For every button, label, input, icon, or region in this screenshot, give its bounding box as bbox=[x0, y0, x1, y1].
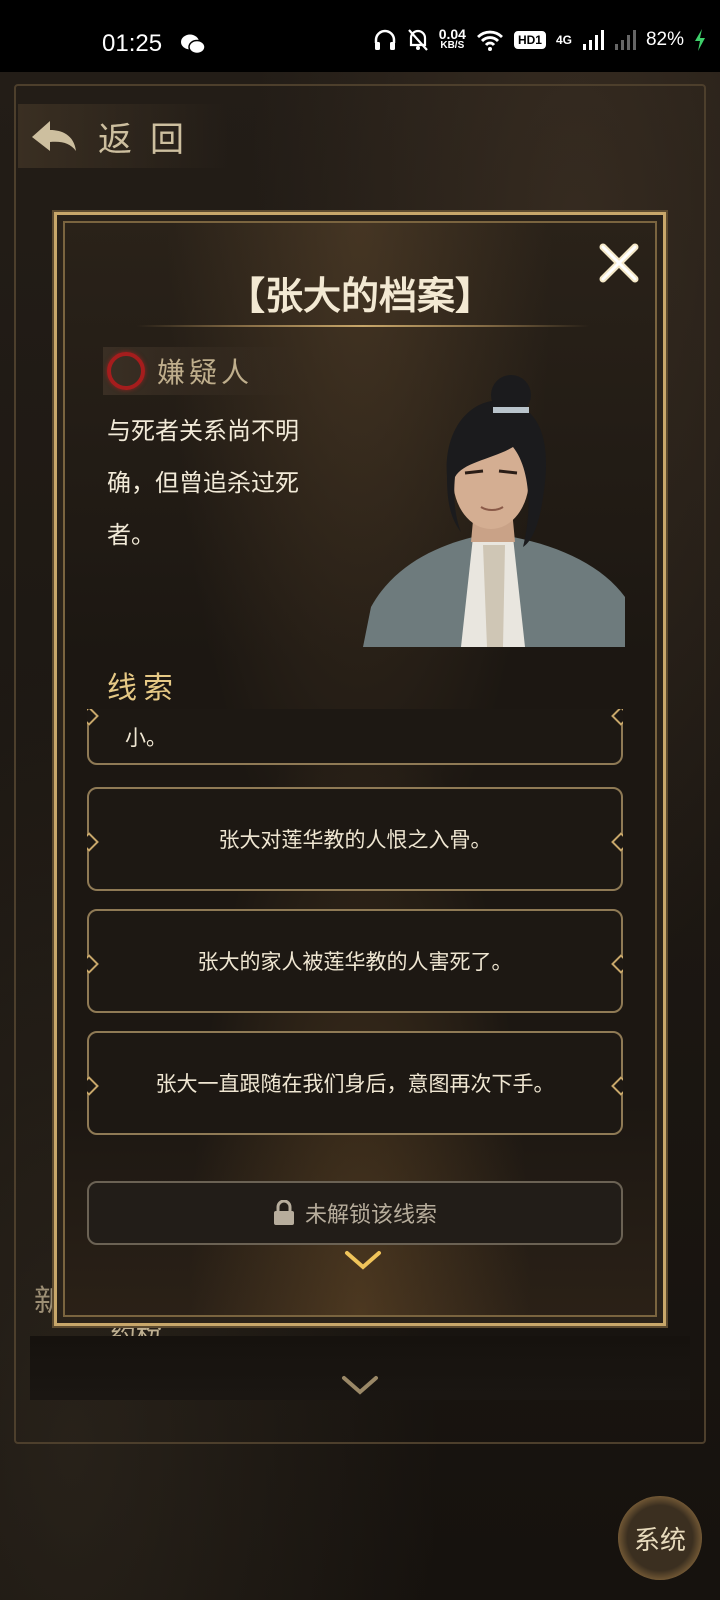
network-speed: 0.04 KB/S bbox=[438, 26, 466, 51]
suspect-ring-icon bbox=[107, 352, 145, 390]
suspect-description: 与死者关系尚不明确，但曾追杀过死者。 bbox=[107, 417, 299, 549]
system-button-label: 系统 bbox=[633, 1525, 686, 1556]
locked-clue: 未解锁该线索 bbox=[87, 1181, 623, 1245]
scroll-down-chevron-icon[interactable] bbox=[340, 1374, 380, 1398]
back-label: 返回 bbox=[98, 119, 202, 160]
mute-bell-icon bbox=[407, 29, 428, 51]
charging-icon bbox=[695, 29, 705, 51]
close-icon[interactable] bbox=[597, 241, 641, 285]
character-portrait bbox=[363, 375, 625, 647]
status-bar: 01:25 0.04 KB/S HD1 4G 82% bbox=[0, 0, 720, 72]
battery-level: 82% bbox=[645, 29, 684, 50]
wifi-icon bbox=[476, 30, 503, 51]
clue-list[interactable]: 小。 张大对莲华教的人恨之入骨。 张大的家人被莲华教的人害死了。 张大一直跟随在… bbox=[87, 709, 623, 1239]
wechat-icon bbox=[181, 34, 206, 55]
title-divider bbox=[137, 325, 589, 327]
clue-item: 张大对莲华教的人恨之入骨。 bbox=[87, 787, 623, 891]
signal-off-icon bbox=[614, 30, 636, 50]
suspect-label: 嫌疑人 bbox=[157, 356, 254, 389]
clue-heading: 线索 bbox=[107, 671, 179, 706]
back-button[interactable]: 返回 bbox=[18, 104, 228, 168]
lock-icon bbox=[273, 1200, 294, 1225]
chevron-down-icon[interactable] bbox=[343, 1249, 383, 1273]
clue-item: 张大的家人被莲华教的人害死了。 bbox=[87, 909, 623, 1013]
back-arrow-icon bbox=[32, 121, 76, 151]
clue-item: 小。 bbox=[87, 709, 623, 765]
system-button[interactable]: 系统 bbox=[618, 1496, 702, 1580]
network-type: 4G bbox=[555, 33, 572, 47]
hd-badge: HD1 bbox=[513, 31, 546, 49]
locked-clue-label: 未解锁该线索 bbox=[304, 1203, 437, 1228]
signal-icon bbox=[582, 30, 604, 50]
clock: 01:25 bbox=[102, 30, 163, 57]
suspect-tag: 嫌疑人 bbox=[103, 347, 303, 395]
headphones-icon bbox=[374, 29, 395, 50]
clue-item: 张大一直跟随在我们身后，意图再次下手。 bbox=[87, 1031, 623, 1135]
modal-title: 【张大的档案】 bbox=[226, 274, 493, 318]
suspect-profile-modal: 【张大的档案】 嫌疑人 与死者关系尚不明确，但曾追杀过死者。 线索 小。 张大对… bbox=[54, 212, 666, 1326]
